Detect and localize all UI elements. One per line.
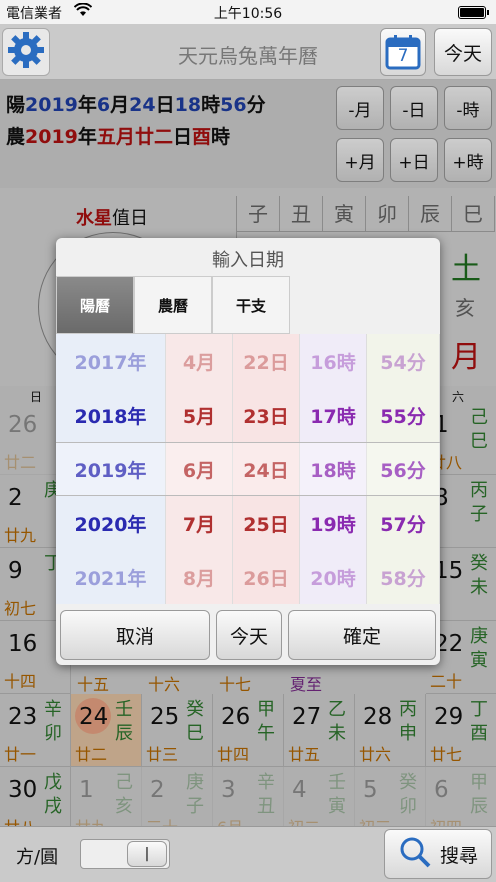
status-time: 上午10:56 [213, 6, 283, 22]
search-label: 搜尋 [439, 844, 478, 867]
picker-option[interactable]: 2021年 [56, 550, 165, 604]
picker-option[interactable]: 57分 [367, 496, 439, 550]
picker-option[interactable]: 58分 [367, 550, 439, 604]
confirm-button[interactable]: 確定 [288, 610, 436, 660]
picker-option[interactable]: 17時 [300, 388, 366, 442]
picker-selection-band [56, 442, 440, 496]
date-picker: 2017年 2018年 2019年 2020年 2021年 4月 5月 6月 7月 8月 22日 23… [56, 334, 440, 604]
search-icon [398, 835, 432, 874]
bottom-bar: 方/圓 | 搜尋 [0, 826, 496, 882]
picker-option[interactable]: 20時 [300, 550, 366, 604]
mode-toggle[interactable]: | [80, 839, 170, 869]
tab-solar[interactable]: 陽曆 [56, 276, 134, 334]
date-input-dialog: 輸入日期 陽曆 農曆 干支 2017年 2018年 2019年 2020年 2021年 4… [56, 238, 440, 665]
picker-option[interactable]: 19時 [300, 496, 366, 550]
picker-option[interactable]: 4月 [166, 334, 232, 388]
toggle-knob[interactable]: | [127, 841, 167, 867]
picker-option[interactable]: 2020年 [56, 496, 165, 550]
mode-label: 方/圓 [16, 847, 59, 868]
picker-option[interactable]: 7月 [166, 496, 232, 550]
today-button[interactable]: 今天 [434, 28, 492, 76]
search-button[interactable]: 搜尋 [384, 829, 492, 879]
tab-ganzhi[interactable]: 干支 [212, 276, 290, 334]
picker-option[interactable]: 2017年 [56, 334, 165, 388]
picker-option[interactable]: 23日 [233, 388, 299, 442]
picker-option[interactable]: 16時 [300, 334, 366, 388]
picker-option[interactable]: 25日 [233, 496, 299, 550]
calendar-button[interactable]: 7 [380, 28, 426, 76]
picker-option[interactable]: 54分 [367, 334, 439, 388]
calendar-icon-day: 7 [397, 46, 409, 66]
picker-option[interactable]: 2018年 [56, 388, 165, 442]
calendar-icon: 7 [385, 34, 421, 70]
dialog-today-button[interactable]: 今天 [216, 610, 282, 660]
top-bar: 天元烏兔萬年曆 7 今天 [0, 24, 496, 80]
cancel-button[interactable]: 取消 [60, 610, 210, 660]
picker-option[interactable]: 8月 [166, 550, 232, 604]
battery-icon [458, 6, 489, 19]
picker-option[interactable]: 5月 [166, 388, 232, 442]
tab-lunar[interactable]: 農曆 [134, 276, 212, 334]
picker-option[interactable]: 26日 [233, 550, 299, 604]
picker-option[interactable]: 55分 [367, 388, 439, 442]
dialog-title: 輸入日期 [212, 250, 284, 271]
picker-option[interactable]: 22日 [233, 334, 299, 388]
status-bar: 電信業者 上午10:56 [0, 0, 496, 24]
